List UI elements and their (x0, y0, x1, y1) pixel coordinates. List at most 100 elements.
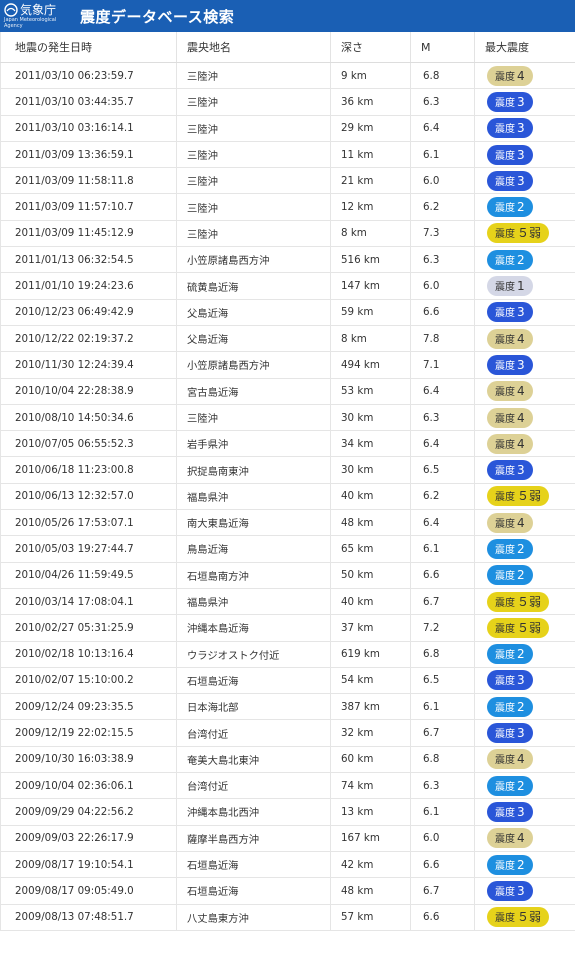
depth-cell: 167 km (330, 825, 411, 852)
table-row[interactable]: 2010/08/10 14:50:34.6 三陸沖 30 km 6.3 震度 4 (0, 404, 575, 432)
intensity-value: 2 (517, 647, 525, 662)
table-row[interactable]: 2011/01/10 19:24:23.6 硫黄島近海 147 km 6.0 震度 1 (0, 272, 575, 300)
max-intensity-cell: 震度 3 (474, 456, 575, 484)
column-header-depth[interactable]: 深さ (330, 32, 411, 63)
table-row[interactable]: 2009/10/04 02:36:06.1 台湾付近 74 km 6.3 震度 2 (0, 772, 575, 800)
epicenter-cell: ウラジオストク付近 (176, 641, 331, 668)
depth-cell: 53 km (330, 378, 411, 405)
intensity-badge: 震度 2 (487, 249, 533, 270)
depth-cell: 65 km (330, 535, 411, 563)
depth-cell: 12 km (330, 193, 411, 221)
table-row[interactable]: 2010/06/13 12:32:57.0 福島県沖 40 km 6.2 震度 ５弱 (0, 483, 575, 511)
depth-cell: 50 km (330, 562, 411, 589)
max-intensity-cell: 震度 1 (474, 272, 575, 300)
magnitude-cell: 6.4 (410, 378, 475, 405)
intensity-badge: 震度 4 (487, 328, 533, 349)
intensity-value: 3 (517, 726, 525, 741)
column-header-max-intensity[interactable]: 最大震度 (474, 32, 575, 63)
table-row[interactable]: 2009/08/17 09:05:49.0 石垣島近海 48 km 6.7 震度 3 (0, 877, 575, 905)
depth-cell: 619 km (330, 641, 411, 668)
table-row[interactable]: 2010/03/14 17:08:04.1 福島県沖 40 km 6.7 震度 ５弱 (0, 588, 575, 616)
intensity-label: 震度 (495, 229, 515, 241)
table-row[interactable]: 2011/03/09 11:45:12.9 三陸沖 8 km 7.3 震度 ５弱 (0, 220, 575, 248)
intensity-badge: 震度 2 (487, 538, 533, 559)
intensity-value: 3 (517, 804, 525, 819)
table-row[interactable]: 2009/09/03 22:26:17.9 薩摩半島西方沖 167 km 6.0 震度 4 (0, 825, 575, 852)
datetime-cell: 2009/09/03 22:26:17.9 (0, 825, 177, 852)
intensity-badge: 震度 ５弱 (487, 617, 550, 638)
table-row[interactable]: 2011/03/09 11:58:11.8 三陸沖 21 km 6.0 震度 3 (0, 167, 575, 195)
table-row[interactable]: 2011/03/09 13:36:59.1 三陸沖 11 km 6.1 震度 3 (0, 141, 575, 169)
max-intensity-cell: 震度 2 (474, 772, 575, 800)
magnitude-cell: 6.5 (410, 667, 475, 695)
max-intensity-cell: 震度 3 (474, 299, 575, 326)
column-header-magnitude[interactable]: M (410, 32, 475, 63)
intensity-label: 震度 (495, 860, 515, 872)
depth-cell: 8 km (330, 325, 411, 353)
magnitude-cell: 6.8 (410, 746, 475, 774)
intensity-label: 震度 (495, 729, 515, 741)
table-row[interactable]: 2011/03/09 11:57:10.7 三陸沖 12 km 6.2 震度 2 (0, 193, 575, 221)
epicenter-cell: 宮古島近海 (176, 378, 331, 405)
table-row[interactable]: 2010/12/23 06:49:42.9 父島近海 59 km 6.6 震度 3 (0, 299, 575, 326)
table-row[interactable]: 2010/07/05 06:55:52.3 岩手県沖 34 km 6.4 震度 4 (0, 430, 575, 458)
table-row[interactable]: 2010/11/30 12:24:39.4 小笠原諸島西方沖 494 km 7.1 震度… (0, 351, 575, 379)
max-intensity-cell: 震度 ５弱 (474, 904, 575, 931)
table-row[interactable]: 2009/08/17 19:10:54.1 石垣島近海 42 km 6.6 震度 2 (0, 851, 575, 879)
intensity-label: 震度 (495, 203, 515, 215)
table-row[interactable]: 2010/02/18 10:13:16.4 ウラジオストク付近 619 km 6.8 震… (0, 641, 575, 668)
intensity-badge: 震度 2 (487, 775, 533, 796)
datetime-cell: 2010/06/13 12:32:57.0 (0, 483, 177, 511)
max-intensity-cell: 震度 2 (474, 535, 575, 563)
table-row[interactable]: 2011/03/10 03:44:35.7 三陸沖 36 km 6.3 震度 3 (0, 88, 575, 116)
table-row[interactable]: 2010/04/26 11:59:49.5 石垣島南方沖 50 km 6.6 震度 2 (0, 562, 575, 589)
datetime-cell: 2011/03/09 11:57:10.7 (0, 193, 177, 221)
table-row[interactable]: 2009/12/24 09:23:35.5 日本海北部 387 km 6.1 震度 2 (0, 693, 575, 721)
depth-cell: 57 km (330, 904, 411, 931)
intensity-label: 震度 (495, 360, 515, 372)
table-row[interactable]: 2009/09/29 04:22:56.2 沖縄本島北西沖 13 km 6.1 震度 3 (0, 798, 575, 826)
max-intensity-cell: 震度 3 (474, 719, 575, 747)
table-row[interactable]: 2010/02/07 15:10:00.2 石垣島近海 54 km 6.5 震度 3 (0, 667, 575, 695)
magnitude-cell: 6.1 (410, 141, 475, 169)
table-row[interactable]: 2010/02/27 05:31:25.9 沖縄本島近海 37 km 7.2 震度 ５弱 (0, 614, 575, 642)
intensity-badge: 震度 ５弱 (487, 591, 550, 612)
table-row[interactable]: 2010/05/26 17:53:07.1 南大東島近海 48 km 6.4 震度 4 (0, 509, 575, 537)
magnitude-cell: 6.6 (410, 562, 475, 589)
max-intensity-cell: 震度 4 (474, 404, 575, 432)
table-row[interactable]: 2009/10/30 16:03:38.9 奄美大島北東沖 60 km 6.8 震度 4 (0, 746, 575, 774)
magnitude-cell: 6.7 (410, 719, 475, 747)
intensity-badge: 震度 4 (487, 433, 533, 454)
table-row[interactable]: 2009/12/19 22:02:15.5 台湾付近 32 km 6.7 震度 3 (0, 719, 575, 747)
max-intensity-cell: 震度 4 (474, 825, 575, 852)
table-row[interactable]: 2011/03/10 06:23:59.7 三陸沖 9 km 6.8 震度 4 (0, 62, 575, 90)
intensity-value: 3 (517, 305, 525, 320)
datetime-cell: 2011/03/10 03:44:35.7 (0, 88, 177, 116)
table-row[interactable]: 2009/08/13 07:48:51.7 八丈島東方沖 57 km 6.6 震度 ５弱 (0, 904, 575, 931)
column-header-epicenter[interactable]: 震央地名 (176, 32, 331, 63)
datetime-cell: 2010/07/05 06:55:52.3 (0, 430, 177, 458)
intensity-label: 震度 (495, 466, 515, 478)
column-header-datetime[interactable]: 地震の発生日時 (0, 32, 177, 63)
table-row[interactable]: 2010/05/03 19:27:44.7 鳥島近海 65 km 6.1 震度 2 (0, 535, 575, 563)
jma-logo[interactable]: 気象庁 Japan Meteorological Agency (4, 3, 68, 29)
max-intensity-cell: 震度 2 (474, 641, 575, 668)
table-row[interactable]: 2010/10/04 22:28:38.9 宮古島近海 53 km 6.4 震度 4 (0, 378, 575, 405)
epicenter-cell: 三陸沖 (176, 404, 331, 432)
datetime-cell: 2010/10/04 22:28:38.9 (0, 378, 177, 405)
max-intensity-cell: 震度 4 (474, 430, 575, 458)
magnitude-cell: 6.5 (410, 456, 475, 484)
intensity-value: 3 (517, 121, 525, 136)
depth-cell: 42 km (330, 851, 411, 879)
intensity-value: ５弱 (517, 910, 542, 925)
table-row[interactable]: 2010/12/22 02:19:37.2 父島近海 8 km 7.8 震度 4 (0, 325, 575, 353)
datetime-cell: 2009/12/19 22:02:15.5 (0, 719, 177, 747)
table-row[interactable]: 2010/06/18 11:23:00.8 択捉島南東沖 30 km 6.5 震度 3 (0, 456, 575, 484)
table-row[interactable]: 2011/03/10 03:16:14.1 三陸沖 29 km 6.4 震度 3 (0, 115, 575, 142)
epicenter-cell: 福島県沖 (176, 483, 331, 511)
datetime-cell: 2009/08/17 09:05:49.0 (0, 877, 177, 905)
table-row[interactable]: 2011/01/13 06:32:54.5 小笠原諸島西方沖 516 km 6.3 震度… (0, 246, 575, 274)
intensity-label: 震度 (495, 150, 515, 162)
intensity-badge: 震度 4 (487, 65, 533, 86)
max-intensity-cell: 震度 ５弱 (474, 588, 575, 616)
